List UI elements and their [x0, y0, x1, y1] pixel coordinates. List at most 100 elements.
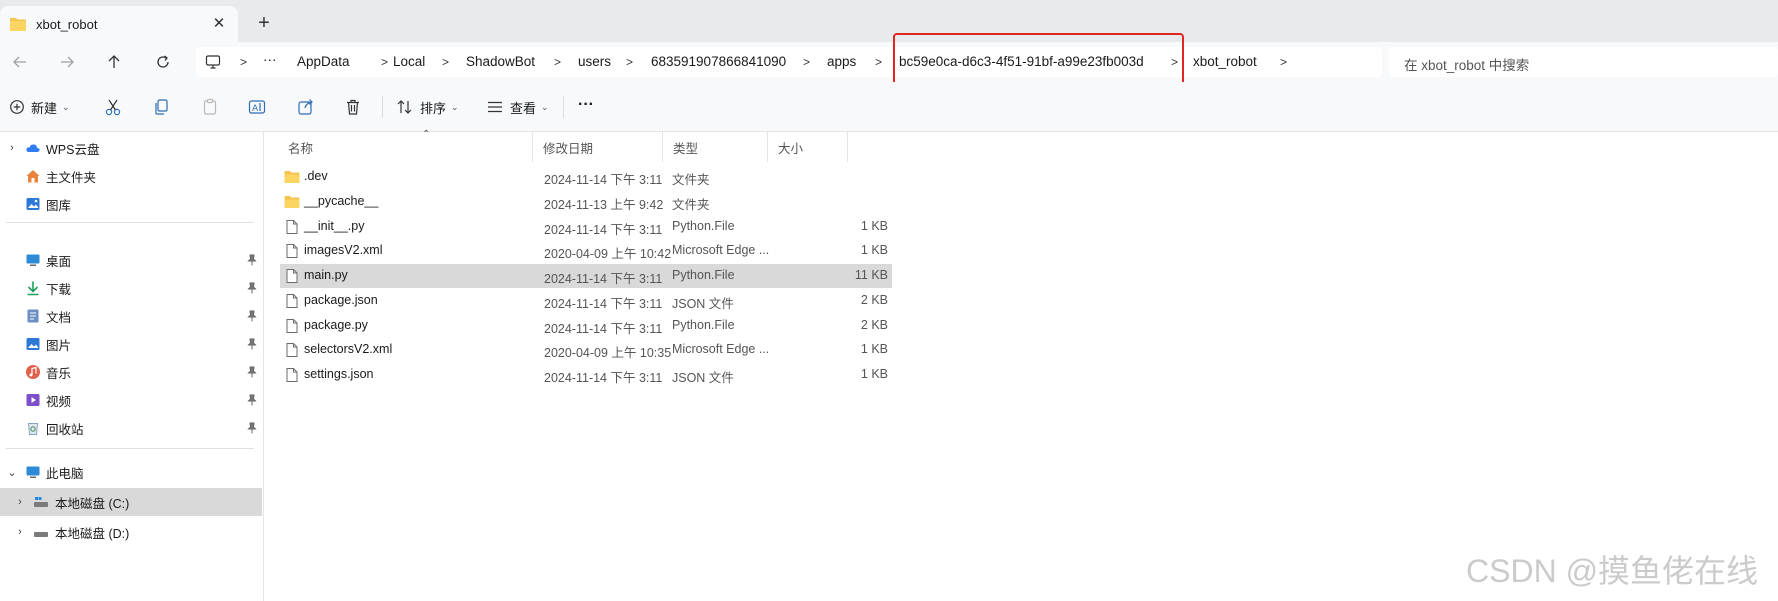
tab-xbot-robot[interactable]: xbot_robot ✕	[0, 6, 238, 42]
breadcrumb-users[interactable]: users	[578, 54, 611, 69]
sidebar-item-label: 桌面	[46, 254, 72, 269]
back-button[interactable]	[7, 50, 33, 74]
file-row[interactable]: package.json 2024-11-14 下午 3:11 JSON 文件 2 K…	[280, 289, 892, 313]
file-row[interactable]: main.py 2024-11-14 下午 3:11 Python.File 11 K…	[280, 264, 892, 288]
breadcrumb-apps[interactable]: apps	[827, 54, 856, 69]
chevron-right-icon: >	[381, 55, 389, 69]
breadcrumb-appdata[interactable]: AppData	[297, 54, 350, 69]
monitor-icon	[205, 55, 221, 69]
sidebar-item-downloads[interactable]: 下载	[0, 274, 262, 302]
command-bar: 新建 ⌄ A 排序 ⌄ 查看 ⌄ ···	[0, 82, 1778, 132]
sidebar-item-local-disk-c[interactable]: › 本地磁盘 (C:)	[0, 488, 262, 516]
chevron-right-icon[interactable]: ›	[6, 142, 18, 154]
chevron-right-icon[interactable]: ›	[14, 526, 26, 538]
sidebar-item-desktop[interactable]: 桌面	[0, 246, 262, 274]
breadcrumb-user-id[interactable]: 683591907866841090	[651, 54, 786, 69]
pin-icon[interactable]	[247, 366, 257, 378]
view-label: 查看	[510, 100, 537, 116]
file-name: package.py	[304, 317, 368, 332]
file-row[interactable]: package.py 2024-11-14 下午 3:11 Python.File 2…	[280, 314, 892, 338]
address-bar[interactable]: > ··· AppData > Local > ShadowBot > user…	[196, 47, 1382, 77]
sidebar-item-label: 回收站	[46, 422, 84, 437]
file-type: Microsoft Edge ...	[672, 243, 770, 258]
sidebar-item-this-pc[interactable]: ⌄ 此电脑	[0, 458, 262, 486]
column-header-label: 类型	[673, 141, 699, 156]
plus-circle-icon	[10, 100, 24, 114]
breadcrumb-more[interactable]: ···	[263, 52, 277, 67]
chevron-right-icon: >	[554, 55, 562, 69]
sidebar-item-recycle-bin[interactable]: 回收站	[0, 414, 262, 442]
breadcrumb-shadowbot[interactable]: ShadowBot	[466, 54, 535, 69]
chevron-down-icon: ⌄	[62, 101, 70, 112]
sidebar-item-wps-cloud[interactable]: › WPS云盘	[0, 134, 262, 162]
sidebar-item-documents[interactable]: 文档	[0, 302, 262, 330]
arrow-left-icon	[13, 56, 26, 68]
tab-close-button[interactable]: ✕	[210, 15, 228, 33]
breadcrumb-xbot-robot[interactable]: xbot_robot	[1193, 54, 1257, 69]
copy-button[interactable]	[152, 95, 170, 119]
pin-icon[interactable]	[247, 310, 257, 322]
chevron-down-icon[interactable]: ⌄	[6, 466, 18, 479]
sidebar-item-label: 下载	[46, 282, 72, 297]
chevron-right-icon[interactable]: >	[1280, 55, 1287, 69]
sidebar-item-pictures[interactable]: 图片	[0, 330, 262, 358]
column-header-date[interactable]: 修改日期	[535, 132, 663, 162]
file-name: selectorsV2.xml	[304, 342, 393, 357]
pin-icon[interactable]	[247, 422, 257, 434]
rename-button[interactable]: A	[248, 95, 266, 119]
sidebar-item-music[interactable]: 音乐	[0, 358, 262, 386]
file-date: 2024-11-14 下午 3:11	[544, 321, 663, 336]
view-button[interactable]: 查看 ⌄	[486, 95, 549, 119]
file-date: 2024-11-14 下午 3:11	[544, 173, 663, 187]
file-row[interactable]: .dev 2024-11-14 下午 3:11 文件夹	[280, 165, 892, 189]
delete-button[interactable]	[344, 95, 362, 119]
more-options-button[interactable]: ···	[578, 93, 594, 117]
navigation-bar: > ··· AppData > Local > ShadowBot > user…	[0, 42, 1778, 82]
file-row[interactable]: settings.json 2024-11-14 下午 3:11 JSON 文件 1 …	[280, 363, 892, 387]
forward-button[interactable]	[54, 50, 80, 74]
file-icon	[286, 219, 298, 234]
sidebar-item-local-disk-d[interactable]: › 本地磁盘 (D:)	[0, 518, 262, 546]
new-tab-button[interactable]: +	[252, 12, 276, 36]
search-input[interactable]: 在 xbot_robot 中搜索	[1389, 47, 1778, 77]
sidebar-item-home[interactable]: 主文件夹	[0, 162, 262, 190]
file-name: __init__.py	[304, 218, 365, 233]
chevron-right-icon: >	[803, 55, 811, 69]
file-name: main.py	[304, 268, 348, 282]
sidebar-item-gallery[interactable]: 图库	[0, 190, 262, 218]
file-row[interactable]: __pycache__ 2024-11-13 上午 9:42 文件夹	[280, 190, 892, 214]
column-header-size[interactable]: 大小	[770, 132, 848, 162]
pin-icon[interactable]	[247, 338, 257, 350]
pin-icon[interactable]	[247, 254, 257, 266]
up-button[interactable]	[101, 50, 127, 74]
file-row[interactable]: __init__.py 2024-11-14 下午 3:11 Python.File…	[280, 215, 892, 239]
sidebar-item-videos[interactable]: 视频	[0, 386, 262, 414]
file-date: 2024-11-14 下午 3:11	[544, 222, 663, 237]
column-header-type[interactable]: 类型	[665, 132, 768, 162]
new-button[interactable]: 新建 ⌄	[9, 95, 70, 119]
home-icon	[26, 170, 40, 183]
file-name: package.json	[304, 292, 378, 307]
svg-text:A: A	[252, 104, 259, 114]
breadcrumb-local[interactable]: Local	[393, 54, 425, 69]
sort-label: 排序	[420, 100, 447, 116]
chevron-right-icon[interactable]: ›	[14, 496, 26, 508]
cut-button[interactable]	[104, 95, 122, 119]
sidebar-item-label: 图片	[46, 338, 72, 353]
file-row[interactable]: imagesV2.xml 2020-04-09 上午 10:42 Microsoft…	[280, 239, 892, 263]
sort-button[interactable]: 排序 ⌄	[396, 95, 459, 119]
share-button[interactable]	[297, 95, 315, 119]
file-type: 文件夹	[672, 173, 710, 187]
column-header-name[interactable]: 名称 ⌃	[280, 129, 533, 162]
pin-icon[interactable]	[247, 394, 257, 406]
paste-button[interactable]	[201, 95, 219, 119]
file-type: JSON 文件	[672, 296, 734, 311]
file-icon	[286, 244, 298, 259]
file-type: Python.File	[672, 218, 735, 233]
file-row[interactable]: selectorsV2.xml 2020-04-09 上午 10:35 Micros…	[280, 338, 892, 362]
new-label: 新建	[31, 100, 58, 116]
arrow-right-icon	[61, 56, 74, 68]
column-header-label: 大小	[778, 141, 804, 156]
refresh-button[interactable]	[150, 50, 176, 74]
pin-icon[interactable]	[247, 282, 257, 294]
